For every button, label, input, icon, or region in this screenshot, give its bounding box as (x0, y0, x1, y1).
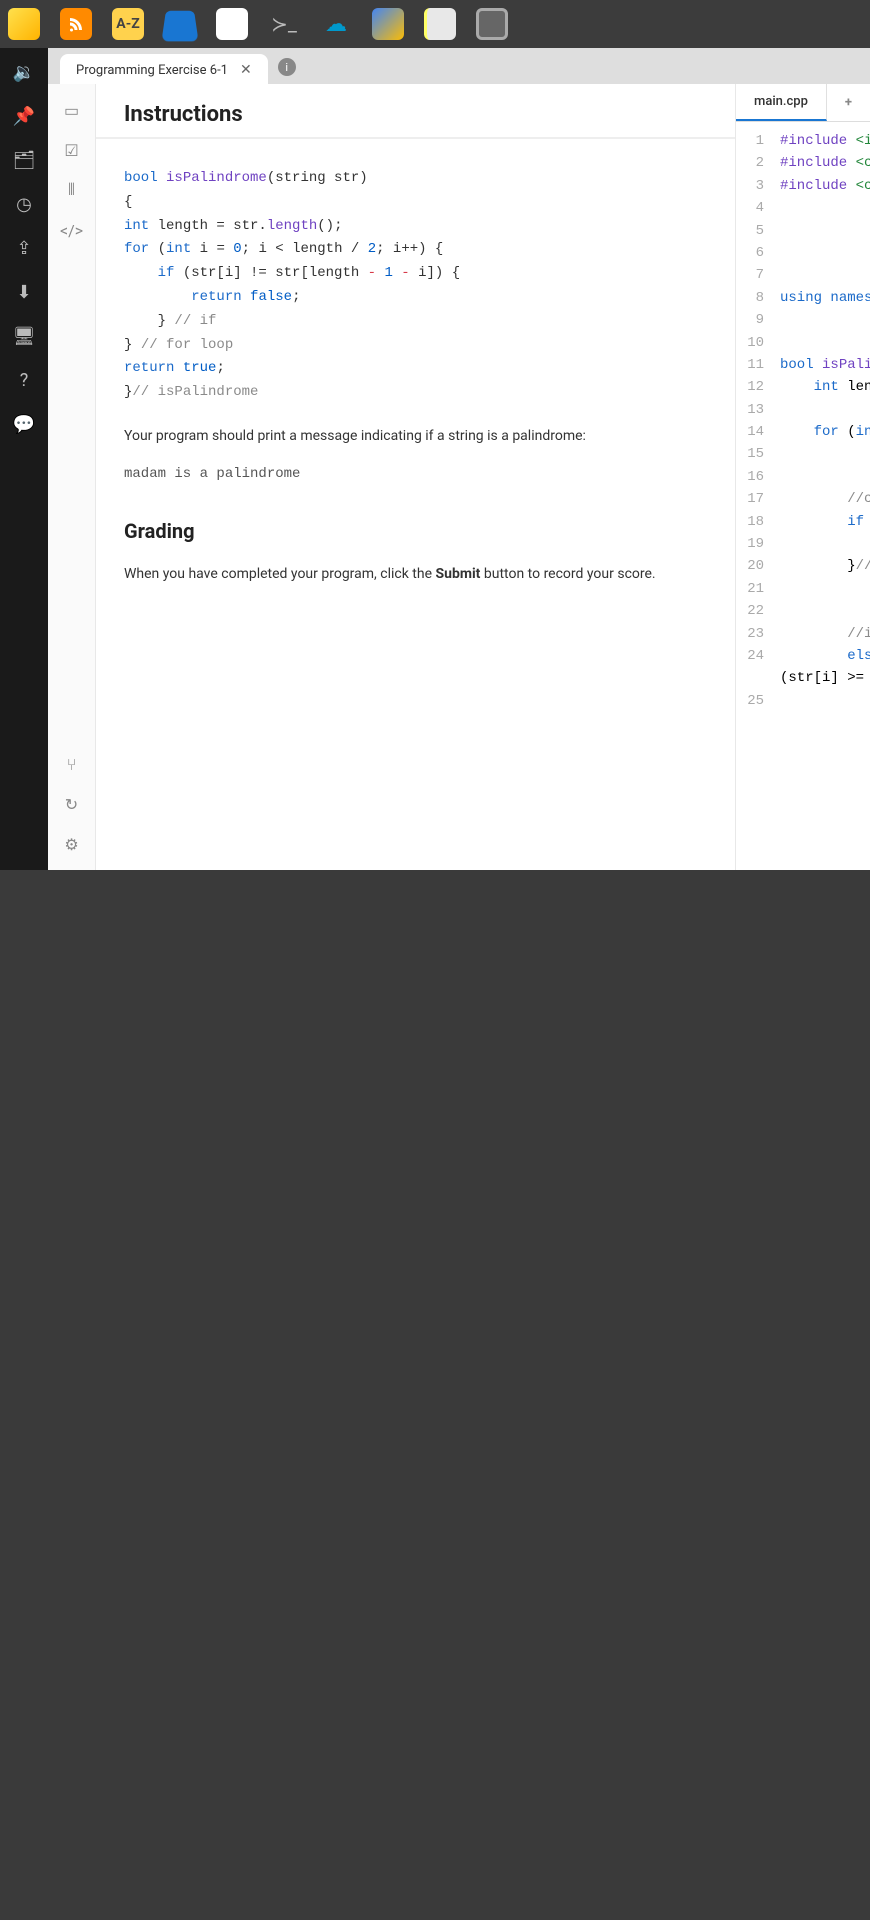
help-icon[interactable]: ? (12, 368, 36, 392)
tab-close-icon[interactable]: ✕ (240, 62, 252, 78)
editor-tab-add[interactable]: + (827, 84, 870, 121)
notepad-icon[interactable] (216, 8, 248, 40)
editor-tab-main[interactable]: main.cpp (736, 84, 827, 121)
info-icon[interactable]: i (278, 58, 296, 76)
chat-icon[interactable]: 💬 (12, 412, 36, 436)
dictionary-icon[interactable]: A-Z (112, 8, 144, 40)
instructions-title: Instructions (96, 84, 735, 139)
example-output: madam is a palindrome (124, 463, 707, 487)
book-icon[interactable] (161, 11, 198, 42)
instructions-panel: Instructions bool isPalindrome(string st… (96, 84, 736, 870)
chart-icon[interactable]: ⫴ (62, 180, 82, 200)
drive-icon[interactable] (372, 8, 404, 40)
notes-icon[interactable] (424, 8, 456, 40)
grading-heading: Grading (124, 515, 707, 547)
files-icon[interactable]: 🗂 (12, 148, 36, 172)
desktop-icon[interactable]: 🖥 (12, 324, 36, 348)
retry-icon[interactable]: ↻ (62, 794, 82, 814)
rss-icon[interactable] (60, 8, 92, 40)
code-content[interactable]: #include <iostream>#include <cstring>#in… (772, 122, 870, 870)
os-sidebar: 🔉 📌 🗂 ◷ ⇪ ⬇ 🖥 ? 💬 (0, 48, 48, 870)
share-icon[interactable]: ⇪ (12, 236, 36, 260)
terminal-icon[interactable]: ≻_ (268, 8, 300, 40)
app-circle-icon[interactable] (476, 8, 508, 40)
browser-tab[interactable]: Programming Exercise 6-1 ✕ (60, 54, 268, 84)
branch-icon[interactable]: ⑂ (62, 754, 82, 774)
sound-icon[interactable]: 🔉 (12, 60, 36, 84)
gear-icon[interactable]: ⚙ (62, 834, 82, 854)
pin-icon[interactable]: 📌 (12, 104, 36, 128)
editor-panel: main.cpp + 12345678910111213141516171819… (736, 84, 870, 870)
line-gutter: 1234567891011121314151617181920212223242… (736, 122, 772, 870)
grading-paragraph: When you have completed your program, cl… (124, 563, 707, 585)
clock-icon[interactable]: ◷ (12, 192, 36, 216)
download-icon[interactable]: ⬇ (12, 280, 36, 304)
checklist-icon[interactable]: ☑ (62, 140, 82, 160)
instructions-code: bool isPalindrome(string str) { int leng… (124, 167, 707, 405)
editor-tab-bar: main.cpp + (736, 84, 870, 122)
code-editor[interactable]: 1234567891011121314151617181920212223242… (736, 122, 870, 870)
instructions-paragraph: Your program should print a message indi… (124, 425, 707, 447)
tab-title: Programming Exercise 6-1 (76, 63, 228, 78)
highlighter-icon[interactable] (8, 8, 40, 40)
book-icon[interactable]: ▭ (62, 100, 82, 120)
browser-tab-strip: Programming Exercise 6-1 ✕ i (48, 48, 870, 84)
cloud-icon[interactable]: ☁ (320, 8, 352, 40)
desktop-taskbar: A-Z ≻_ ☁ (0, 0, 870, 48)
code-icon[interactable]: </> (62, 220, 82, 240)
app-nav-rail: ▭ ☑ ⫴ </> ⑂ ↻ ⚙ (48, 84, 96, 870)
